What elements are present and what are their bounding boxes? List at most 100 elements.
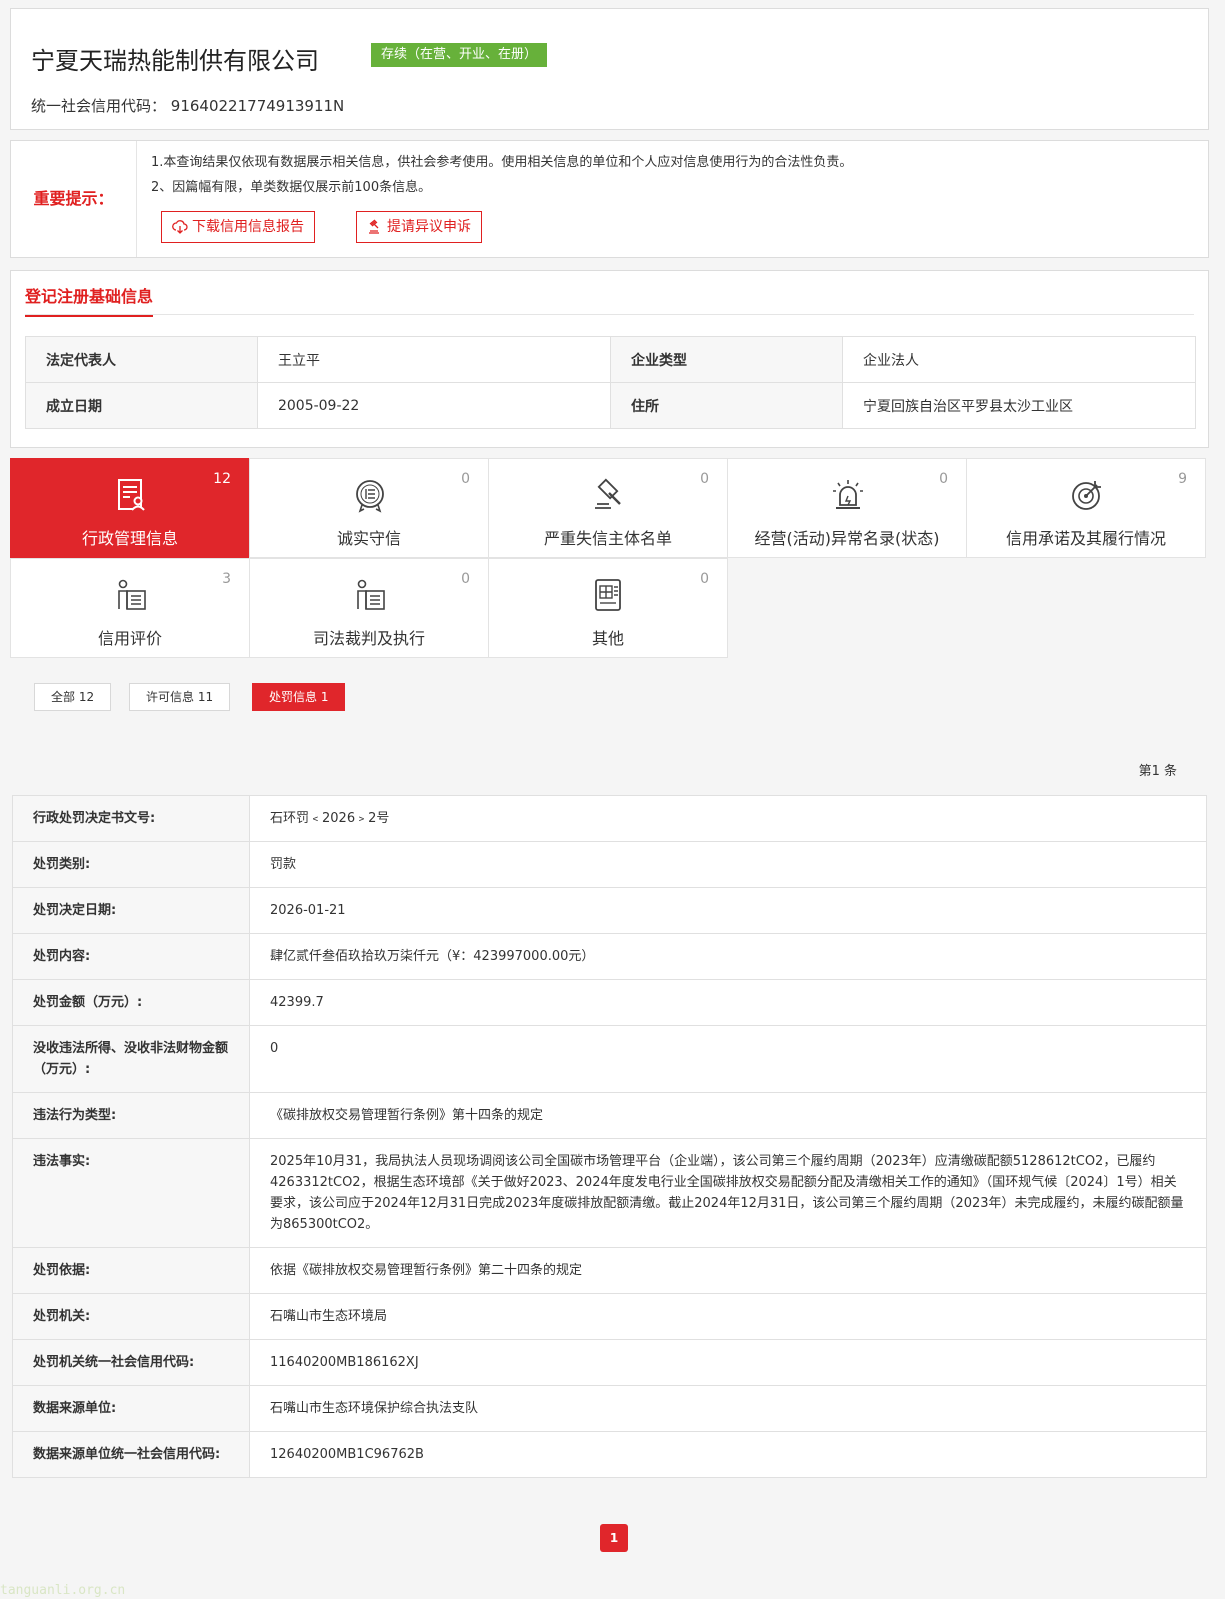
tile-count: 9 [1178,471,1187,487]
table-row: 处罚类别: 罚款 [12,841,1207,888]
detail-value: 依据《碳排放权交易管理暂行条例》第二十四条的规定 [249,1247,1207,1294]
tile-label: 诚实守信 [336,529,401,548]
tile-label: 经营(活动)异常名录(状态) [754,529,940,548]
tile-label: 信用评价 [97,629,162,648]
important-notice: 重要提示： 1.本查询结果仅依现有数据展示相关信息，供社会参考使用。使用相关信息… [10,140,1209,258]
objection-button[interactable]: 提请异议申诉 [356,211,482,243]
table-row: 处罚依据: 依据《碳排放权交易管理暂行条例》第二十四条的规定 [12,1247,1207,1294]
filter-tab-all[interactable]: 全部 12 [34,683,112,711]
enterprise-type-value: 企业法人 [841,336,1197,383]
watermark: tanguanli.org.cn [0,1583,126,1598]
detail-value: 肆亿贰仟叁佰玖拾玖万柒仟元（¥：423997000.00元） [249,933,1207,980]
notice-line-2: 2、因篇幅有限，单类数据仅展示前100条信息。 [151,180,432,195]
detail-key: 没收违法所得、没收非法财物金额（万元）: [12,1025,250,1093]
table-row: 没收违法所得、没收非法财物金额（万元）: 0 [12,1025,1207,1093]
trust-seal-icon [356,480,384,513]
detail-key: 处罚内容: [12,933,250,980]
table-row: 处罚内容: 肆亿贰仟叁佰玖拾玖万柒仟元（¥：423997000.00元） [12,933,1207,980]
table-row: 成立日期 2005-09-22 住所 宁夏回族自治区平罗县太沙工业区 [25,382,1197,429]
tile-label: 行政管理信息 [81,529,178,548]
tile-label: 其他 [591,629,624,648]
tile-serious-dishonesty[interactable]: 0 严重失信主体名单 [488,458,728,558]
detail-value: 石嘴山市生态环境局 [249,1293,1207,1340]
status-badge: 存续（在营、开业、在册） [371,43,548,67]
detail-value: 42399.7 [249,979,1207,1026]
gavel-icon [595,478,621,509]
address-value: 宁夏回族自治区平罗县太沙工业区 [841,382,1197,429]
detail-value: 《碳排放权交易管理暂行条例》第十四条的规定 [249,1092,1207,1139]
alarm-light-icon [833,480,863,509]
detail-value: 罚款 [249,841,1207,888]
detail-key: 处罚机关: [12,1293,250,1340]
founding-date-key: 成立日期 [25,382,258,429]
detail-value: 石嘴山市生态环境保护综合执法支队 [249,1385,1207,1432]
notice-label: 重要提示： [11,141,137,257]
grid-document-icon [595,579,621,611]
detail-key: 处罚决定日期: [12,887,250,934]
gavel-icon [369,219,379,234]
detail-key: 数据来源单位统一社会信用代码: [12,1431,250,1478]
pagination-page-1[interactable]: 1 [600,1524,628,1552]
table-row: 法定代表人 王立平 企业类型 企业法人 [25,336,1197,383]
tile-abnormal-operation[interactable]: 0 经营(活动)异常名录(状态) [727,458,967,558]
tile-count: 0 [461,571,470,587]
tile-judicial[interactable]: 0 司法裁判及执行 [249,558,489,658]
tile-credit-rating[interactable]: 3 信用评价 [10,558,250,658]
table-row: 处罚机关: 石嘴山市生态环境局 [12,1293,1207,1340]
divider [25,314,1194,315]
company-name: 宁夏天瑞热能制供有限公司 [31,47,319,75]
detail-value: 12640200MB1C96762B [249,1431,1207,1478]
detail-value: 2025年10月31，我局执法人员现场调阅该公司全国碳市场管理平台（企业端），该… [249,1138,1207,1248]
detail-key: 处罚类别: [12,841,250,888]
detail-key: 处罚金额（万元）: [12,979,250,1026]
detail-key: 行政处罚决定书文号: [12,795,250,842]
tile-count: 3 [222,571,231,587]
detail-value: 11640200MB186162XJ [249,1339,1207,1386]
credit-code: 统一社会信用代码： 91640221774913911N [31,95,344,116]
legal-rep-key: 法定代表人 [25,336,258,383]
detail-key: 处罚依据: [12,1247,250,1294]
tile-credit-commitment[interactable]: 9 信用承诺及其履行情况 [966,458,1206,558]
filter-tab-permit[interactable]: 许可信息 11 [129,683,231,711]
basic-registration-info: 登记注册基础信息 法定代表人 王立平 企业类型 企业法人 成立日期 2005-0… [10,270,1209,448]
tile-integrity[interactable]: 0 诚实守信 [249,458,489,558]
detail-key: 数据来源单位: [12,1385,250,1432]
address-key: 住所 [609,382,843,429]
person-document-icon [357,579,385,610]
company-header: 宁夏天瑞热能制供有限公司 存续（在营、开业、在册） 统一社会信用代码： 9164… [10,8,1209,130]
section-title: 登记注册基础信息 [25,283,154,317]
table-row: 违法行为类型: 《碳排放权交易管理暂行条例》第十四条的规定 [12,1092,1207,1139]
detail-key: 违法行为类型: [12,1092,250,1139]
detail-value: 2026-01-21 [249,887,1207,934]
tile-label: 司法裁判及执行 [312,629,425,648]
record-count: 第1 条 [1138,764,1177,779]
table-row: 违法事实: 2025年10月31，我局执法人员现场调阅该公司全国碳市场管理平台（企… [12,1138,1207,1248]
notice-line-1: 1.本查询结果仅依现有数据展示相关信息，供社会参考使用。使用相关信息的单位和个人… [151,155,853,170]
tile-count: 0 [700,571,709,587]
tile-count: 12 [213,471,231,487]
tile-other[interactable]: 0 其他 [488,558,728,658]
tile-admin-management[interactable]: 12 行政管理信息 [10,458,250,558]
objection-label: 提请异议申诉 [387,219,471,235]
credit-code-value: 91640221774913911N [170,97,345,115]
tile-label: 信用承诺及其履行情况 [1005,529,1166,548]
credit-code-label: 统一社会信用代码： [31,97,167,115]
detail-value: 0 [249,1025,1207,1093]
table-row: 数据来源单位: 石嘴山市生态环境保护综合执法支队 [12,1385,1207,1432]
legal-rep-value: 王立平 [256,336,611,383]
detail-value: 石环罚﹤2026﹥2号 [249,795,1207,842]
person-document-icon [118,579,146,610]
download-report-button[interactable]: 下载信用信息报告 [161,211,315,243]
table-row: 处罚金额（万元）: 42399.7 [12,979,1207,1026]
download-report-label: 下载信用信息报告 [192,219,304,235]
filter-tab-penalty[interactable]: 处罚信息 1 [252,683,346,711]
table-row: 处罚机关统一社会信用代码: 11640200MB186162XJ [12,1339,1207,1386]
enterprise-type-key: 企业类型 [609,336,843,383]
target-icon [1072,481,1101,510]
founding-date-value: 2005-09-22 [256,382,611,429]
table-row: 数据来源单位统一社会信用代码: 12640200MB1C96762B [12,1431,1207,1478]
table-row: 行政处罚决定书文号: 石环罚﹤2026﹥2号 [12,795,1207,842]
cloud-download-icon [172,220,188,234]
table-row: 处罚决定日期: 2026-01-21 [12,887,1207,934]
tile-count: 0 [700,471,709,487]
